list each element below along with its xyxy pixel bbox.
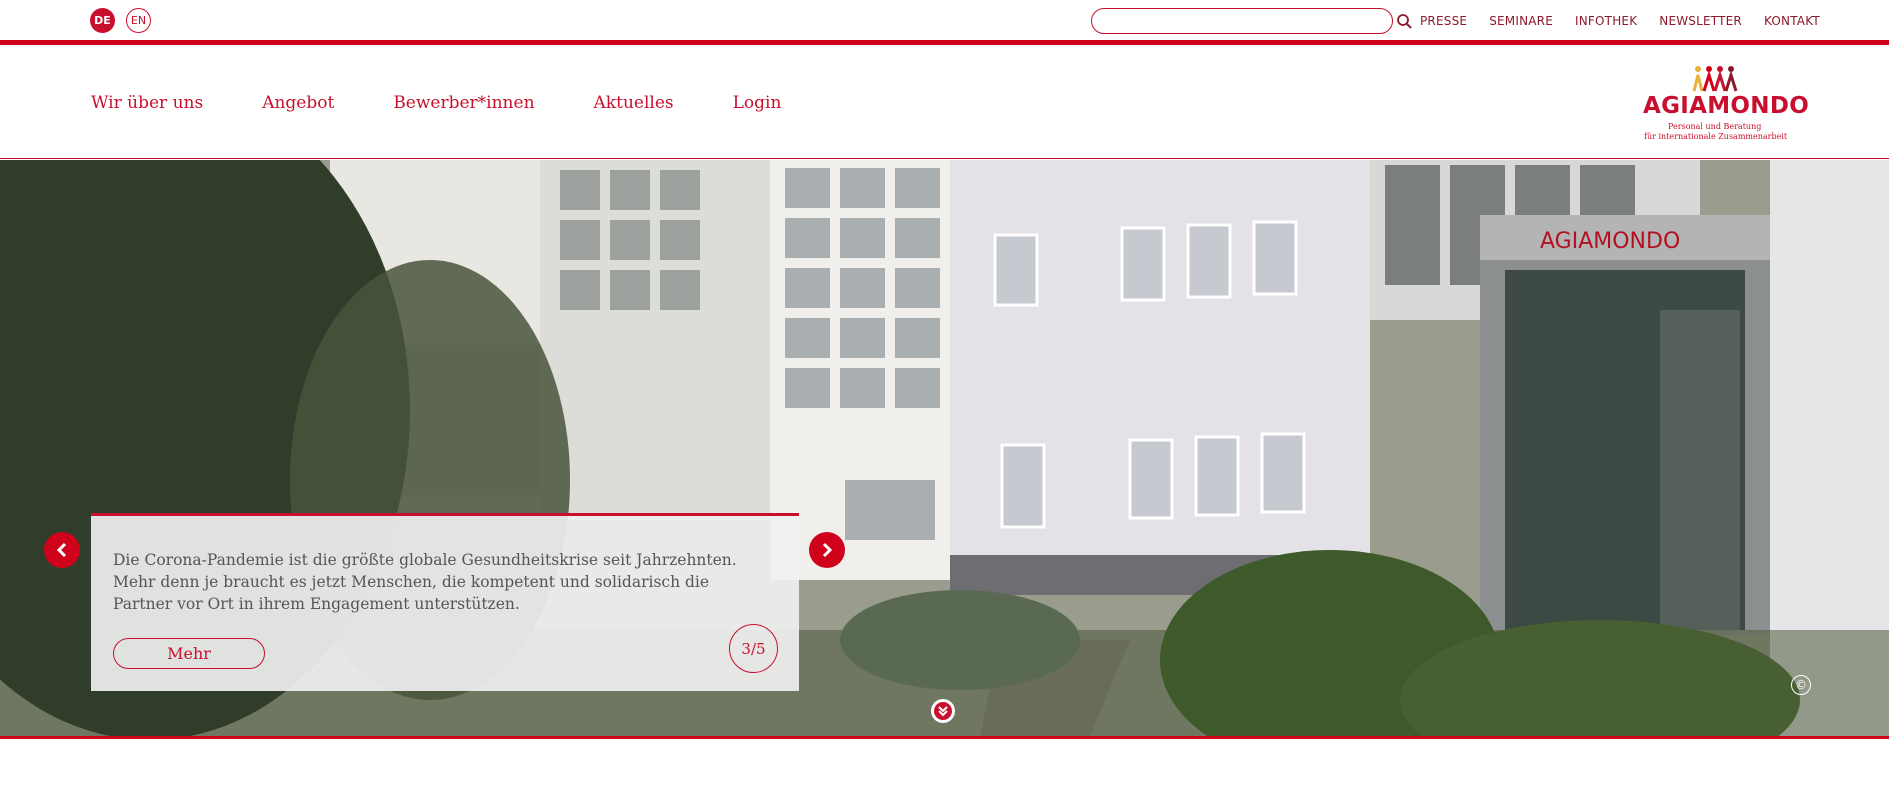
hero-slider: AGIAMONDO Die Corona-Pandemie ist die gr…	[0, 160, 1889, 736]
copyright-icon[interactable]: ©	[1791, 675, 1811, 695]
nav-item-login[interactable]: Login	[733, 93, 782, 113]
slider-next-button[interactable]	[809, 532, 845, 568]
logo-people-mark-icon	[1692, 66, 1738, 92]
nav-item-wir-ueber-uns[interactable]: Wir über uns	[91, 93, 203, 113]
building-sign: AGIAMONDO	[1540, 229, 1680, 254]
scroll-down-button[interactable]	[931, 699, 955, 723]
search-input[interactable]	[1091, 8, 1393, 34]
utility-nav: PRESSE SEMINARE INFOTHEK NEWSLETTER KONT…	[1420, 14, 1820, 28]
nav-item-bewerber-innen[interactable]: Bewerber*innen	[393, 93, 534, 113]
main-menu: Wir über uns Angebot Bewerber*innen Aktu…	[91, 93, 781, 113]
nav-item-angebot[interactable]: Angebot	[262, 93, 334, 113]
chevron-left-icon	[56, 542, 67, 558]
logo-wordmark: AGIAMONDO	[1643, 93, 1810, 119]
agiamondo-logo[interactable]: AGIAMONDO Personal und Beratung für inte…	[1634, 63, 1809, 151]
utility-link-infothek[interactable]: INFOTHEK	[1575, 14, 1637, 28]
slider-prev-button[interactable]	[44, 532, 80, 568]
search-icon[interactable]	[1396, 13, 1413, 30]
slide-counter: 3/5	[729, 624, 778, 673]
utility-link-presse[interactable]: PRESSE	[1420, 14, 1467, 28]
slide-caption-box: Die Corona-Pandemie ist die größte globa…	[91, 513, 799, 691]
chevron-right-icon	[822, 542, 833, 558]
utility-link-seminare[interactable]: SEMINARE	[1489, 14, 1553, 28]
logo-tagline-2: für internationale Zusammenarbeit	[1644, 132, 1788, 141]
top-utility-bar: DE EN PRESSE SEMINARE INFOTHEK NEWSLETTE…	[0, 0, 1889, 40]
hero-bottom-divider	[0, 736, 1889, 739]
utility-link-kontakt[interactable]: KONTAKT	[1764, 14, 1820, 28]
utility-link-newsletter[interactable]: NEWSLETTER	[1659, 14, 1742, 28]
logo-tagline-1: Personal und Beratung	[1668, 122, 1762, 131]
language-en-button[interactable]: EN	[126, 8, 151, 33]
language-de-button[interactable]: DE	[90, 8, 115, 33]
more-button[interactable]: Mehr	[113, 638, 265, 669]
double-chevron-down-icon	[934, 702, 952, 720]
slide-caption-text: Die Corona-Pandemie ist die größte globa…	[113, 551, 737, 613]
nav-item-aktuelles[interactable]: Aktuelles	[594, 93, 674, 113]
main-header: Wir über uns Angebot Bewerber*innen Aktu…	[0, 45, 1889, 159]
